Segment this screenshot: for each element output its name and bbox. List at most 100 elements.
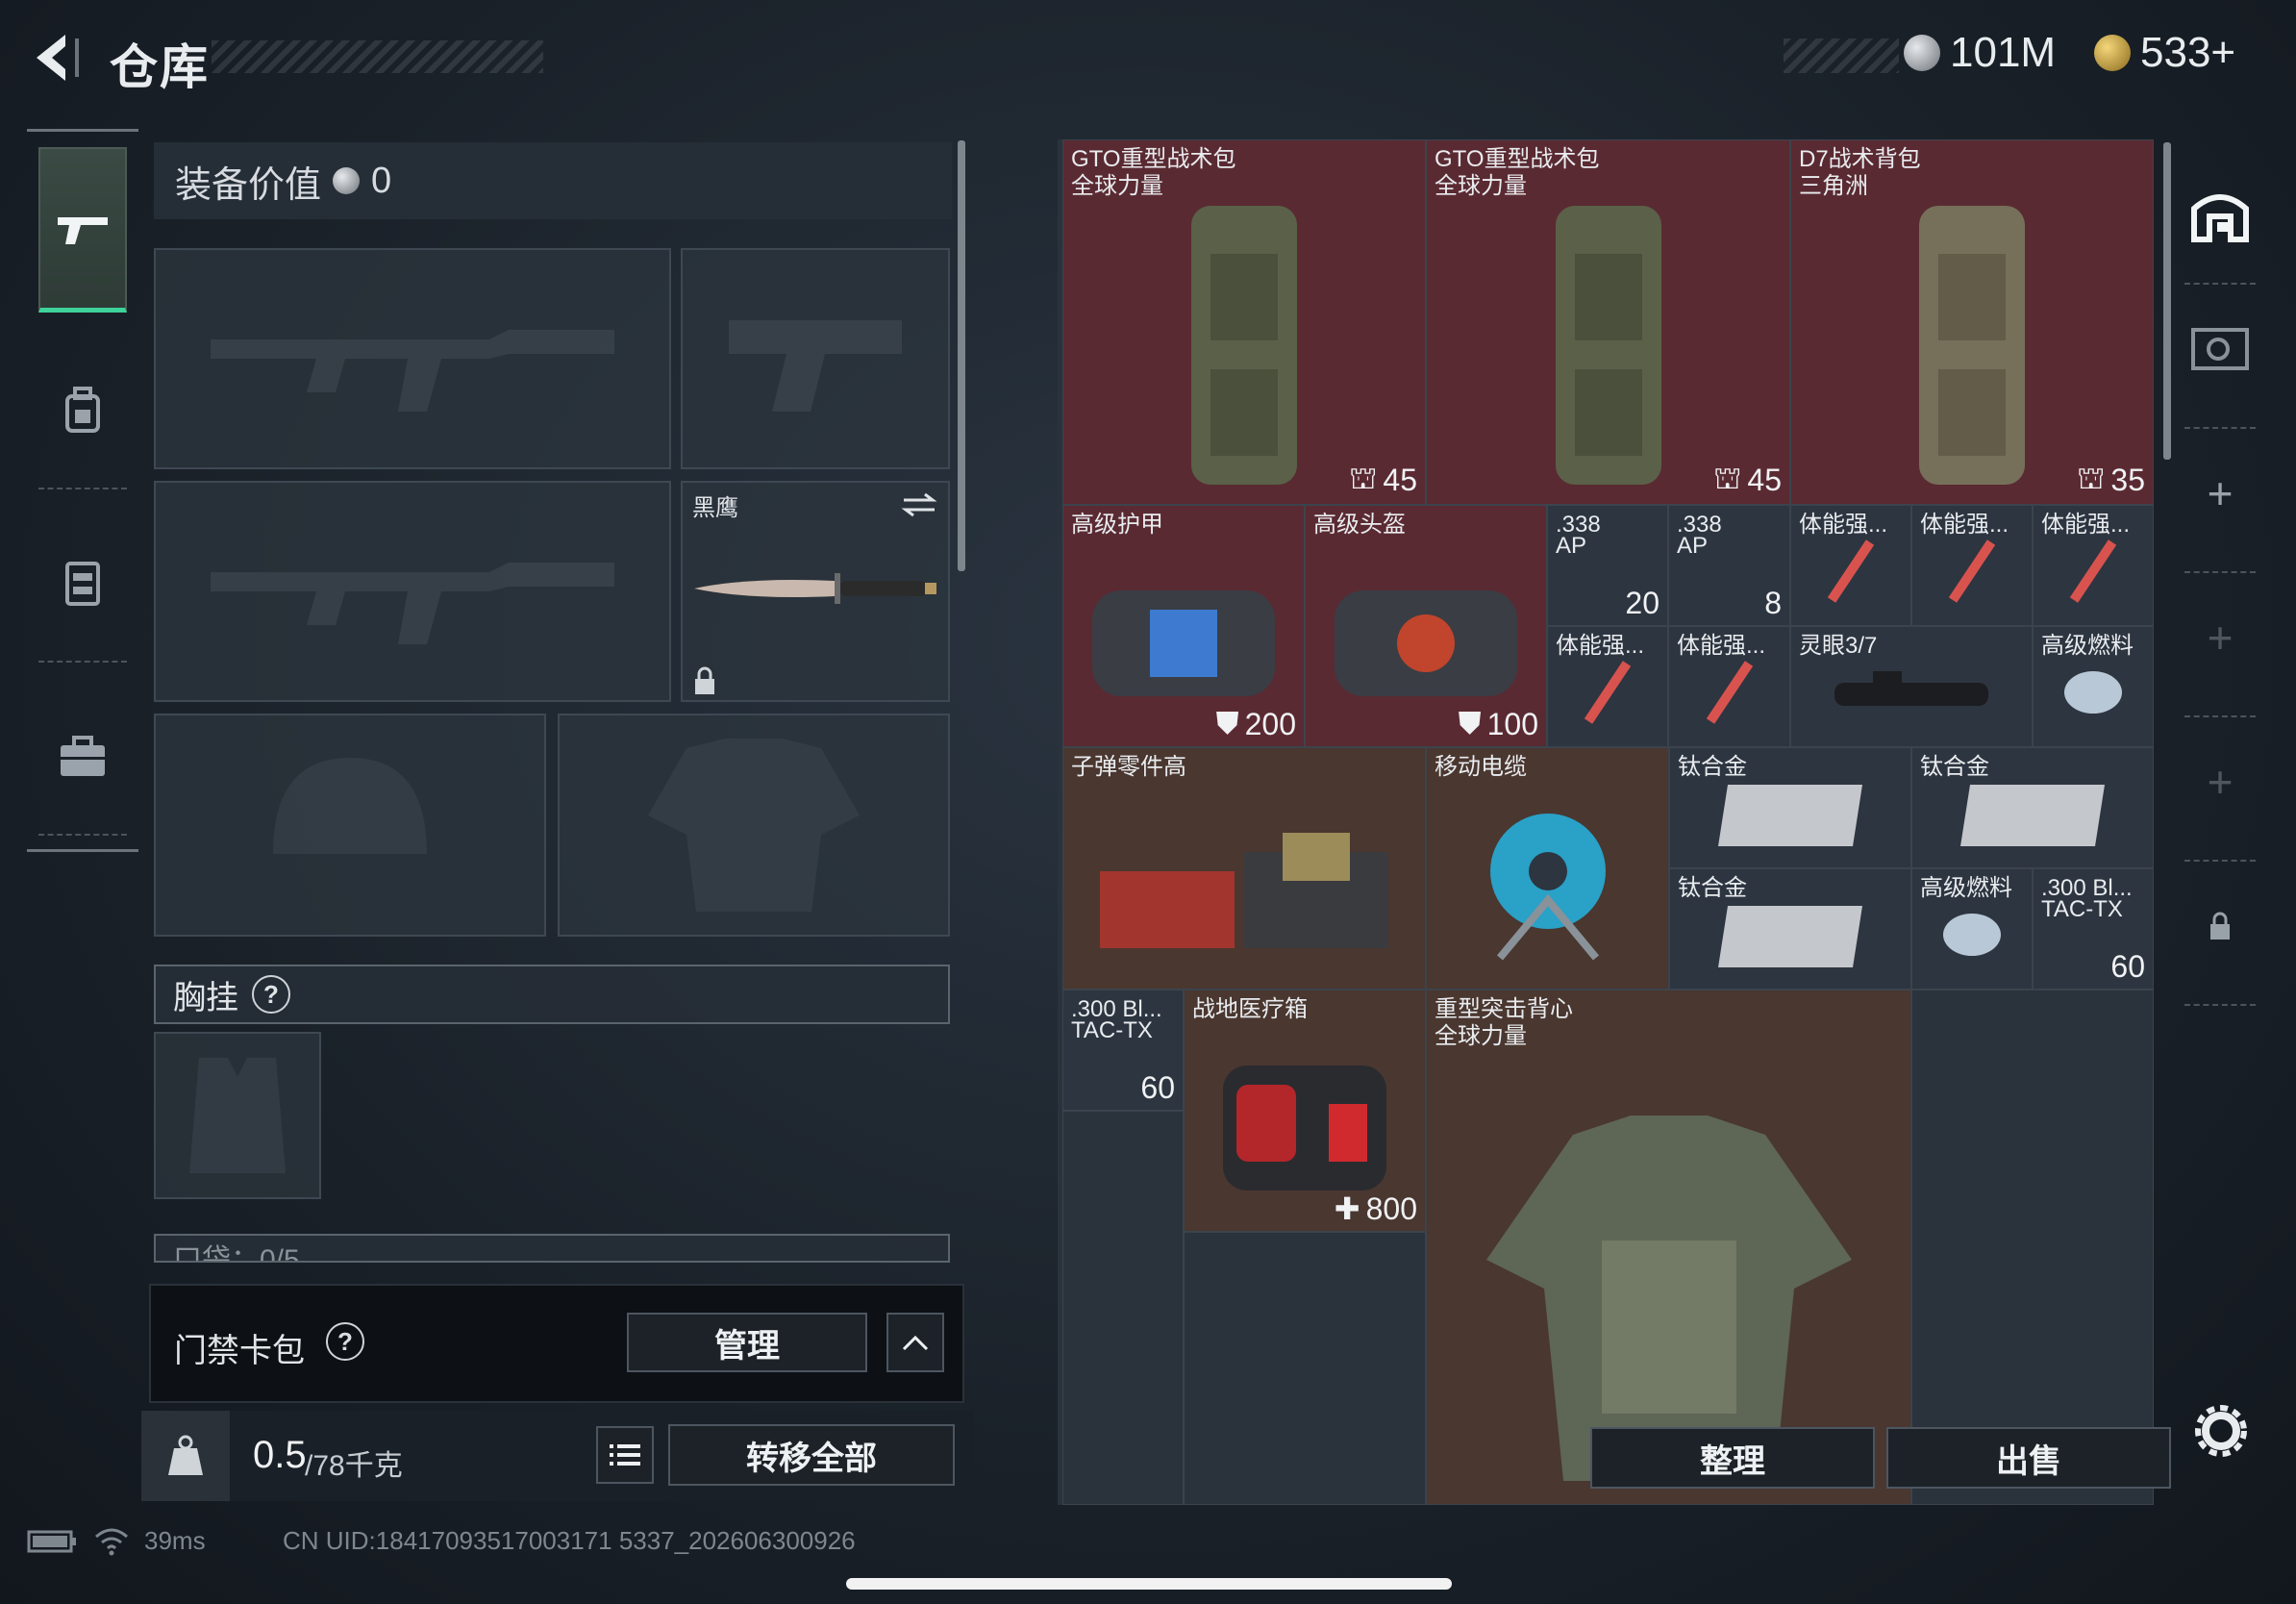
- weight-icon: [168, 1435, 203, 1475]
- gold-currency[interactable]: 533+: [2094, 29, 2235, 77]
- item-stim-1[interactable]: 体能强...: [1790, 505, 1911, 626]
- rail-weapons-tab[interactable]: [38, 147, 127, 313]
- rail-vest-tab[interactable]: [27, 497, 138, 670]
- item-ammo-parts[interactable]: 子弹零件高: [1062, 747, 1426, 990]
- case-icon: [1092, 589, 1275, 696]
- rail-case-tab[interactable]: [27, 670, 138, 843]
- item-backpack-gto-2[interactable]: GTO重型战术包 全球力量 ⛫ 45: [1426, 139, 1790, 505]
- item-stim-2[interactable]: 体能强...: [1911, 505, 2033, 626]
- second-primary-slot[interactable]: [154, 481, 671, 702]
- keycard-help-button[interactable]: ?: [326, 1322, 364, 1361]
- item-titanium-1[interactable]: 钛合金: [1669, 747, 1911, 868]
- knife-icon: [694, 573, 936, 604]
- add-container-button[interactable]: +: [2179, 440, 2261, 546]
- add-container-button[interactable]: +: [2179, 729, 2261, 835]
- fuel-can-icon: [2064, 671, 2122, 714]
- item-armor-case[interactable]: 高级护甲 ⛊ 200: [1062, 505, 1305, 747]
- grid-scrollbar[interactable]: [2163, 142, 2171, 460]
- item-titanium-3[interactable]: 钛合金: [1669, 868, 1911, 990]
- item-ammo-300-1[interactable]: .300 Bl... TAC-TX 60: [2033, 868, 2154, 990]
- primary-weapon-slot[interactable]: [154, 248, 671, 469]
- title-stripe: [212, 40, 543, 73]
- item-fuel-1[interactable]: 高级燃料: [2033, 626, 2154, 747]
- list-view-button[interactable]: [596, 1426, 654, 1484]
- rig-silhouette-icon: [189, 1058, 286, 1173]
- list-icon: [610, 1444, 640, 1466]
- chest-help-button[interactable]: ?: [252, 975, 290, 1014]
- locked-container: [2179, 873, 2261, 979]
- fuel-can-icon: [1943, 914, 2001, 957]
- lock-icon: [695, 666, 714, 694]
- pocket-bar: 口袋：0/5: [154, 1234, 950, 1263]
- vest-icon: [65, 562, 100, 606]
- rail-backpack-tab[interactable]: [27, 324, 138, 497]
- page-title: 仓库: [110, 40, 210, 94]
- rail-divider: [38, 661, 127, 663]
- rifle-silhouette-icon: [211, 563, 614, 644]
- pistol-silhouette-icon: [729, 320, 902, 412]
- rail-divider: [38, 834, 127, 836]
- helmet-slot[interactable]: [154, 714, 546, 937]
- transfer-all-button[interactable]: 转移全部: [668, 1424, 955, 1486]
- cable-reel-icon: [1489, 813, 1606, 961]
- item-helmet-case[interactable]: 高级头盔 ⛊ 100: [1305, 505, 1547, 747]
- chevron-up-icon: [902, 1335, 929, 1351]
- sort-button[interactable]: 整理: [1590, 1427, 1875, 1489]
- home-indicator[interactable]: [846, 1578, 1452, 1590]
- syringe-icon: [1584, 661, 1632, 724]
- item-backpack-d7[interactable]: D7战术背包 三角洲 ⛫ 35: [1790, 139, 2154, 505]
- item-ammo-300-2[interactable]: .300 Bl... TAC-TX 60: [1062, 990, 1184, 1111]
- syringe-icon: [1706, 661, 1753, 724]
- item-titanium-2[interactable]: 钛合金: [1911, 747, 2154, 868]
- armor-silhouette-icon: [648, 739, 860, 912]
- stash-tab[interactable]: [2179, 162, 2261, 267]
- rail-divider: [2184, 571, 2256, 573]
- rail-divider: [2184, 283, 2256, 285]
- recent-items-tab[interactable]: [2179, 296, 2261, 402]
- weight-icon-box: [141, 1411, 230, 1501]
- backpack-icon: [1919, 205, 2025, 485]
- backpack-icon: [1555, 205, 1661, 485]
- back-arrow-icon[interactable]: [27, 29, 81, 87]
- wifi-icon: [95, 1528, 128, 1556]
- rifle-silhouette-icon: [211, 330, 614, 412]
- armor-slot[interactable]: [558, 714, 950, 937]
- add-container-button[interactable]: +: [2179, 585, 2261, 690]
- item-stim-5[interactable]: 体能强...: [1668, 626, 1790, 747]
- secondary-weapon-slot[interactable]: [681, 248, 950, 469]
- metal-plate-icon: [1718, 906, 1862, 968]
- metal-plate-icon: [1960, 785, 2105, 847]
- left-scrollbar[interactable]: [958, 140, 965, 571]
- helmet-silhouette-icon: [273, 758, 427, 854]
- shield-icon: ⛊: [1458, 706, 1482, 740]
- rail-divider: [38, 488, 127, 489]
- inventory-grid: GTO重型战术包 全球力量 ⛫ 45 GTO重型战术包 全球力量 ⛫ 45 D7战术…: [1058, 139, 2154, 1505]
- capacity-icon: ⛫: [2076, 461, 2106, 495]
- pistol-icon: [58, 216, 108, 244]
- syringe-icon: [2069, 539, 2117, 603]
- sell-button[interactable]: 出售: [1886, 1427, 2171, 1489]
- swap-icon[interactable]: [900, 490, 938, 519]
- chest-rig-slot[interactable]: [154, 1032, 321, 1199]
- item-cable-reel[interactable]: 移动电缆: [1426, 747, 1669, 990]
- melee-slot[interactable]: 黑鹰: [681, 481, 950, 702]
- manage-button[interactable]: 管理: [627, 1313, 867, 1372]
- item-ammo-338-2[interactable]: .338 AP 8: [1668, 505, 1790, 626]
- item-scope[interactable]: 灵眼3/7: [1790, 626, 2033, 747]
- silver-coin-icon: [333, 167, 361, 194]
- empty-grid-area: [1062, 1111, 1184, 1505]
- collapse-button[interactable]: [886, 1313, 944, 1372]
- item-stim-4[interactable]: 体能强...: [1547, 626, 1668, 747]
- item-ammo-338-1[interactable]: .338 AP 20: [1547, 505, 1668, 626]
- metal-plate-icon: [1718, 785, 1862, 847]
- currency-stripe: [1784, 38, 1899, 73]
- item-medkit[interactable]: 战地医疗箱 ✚ 800: [1184, 990, 1426, 1232]
- shield-icon: ⛊: [1215, 706, 1239, 740]
- ping-text: 39ms: [144, 1526, 206, 1555]
- item-fuel-2[interactable]: 高级燃料: [1911, 868, 2033, 990]
- health-plus-icon: ✚: [1334, 1191, 1360, 1226]
- settings-gear-icon[interactable]: [2194, 1404, 2248, 1458]
- item-stim-3[interactable]: 体能强...: [2033, 505, 2154, 626]
- capacity-icon: ⛫: [1712, 461, 1742, 495]
- item-backpack-gto-1[interactable]: GTO重型战术包 全球力量 ⛫ 45: [1062, 139, 1426, 505]
